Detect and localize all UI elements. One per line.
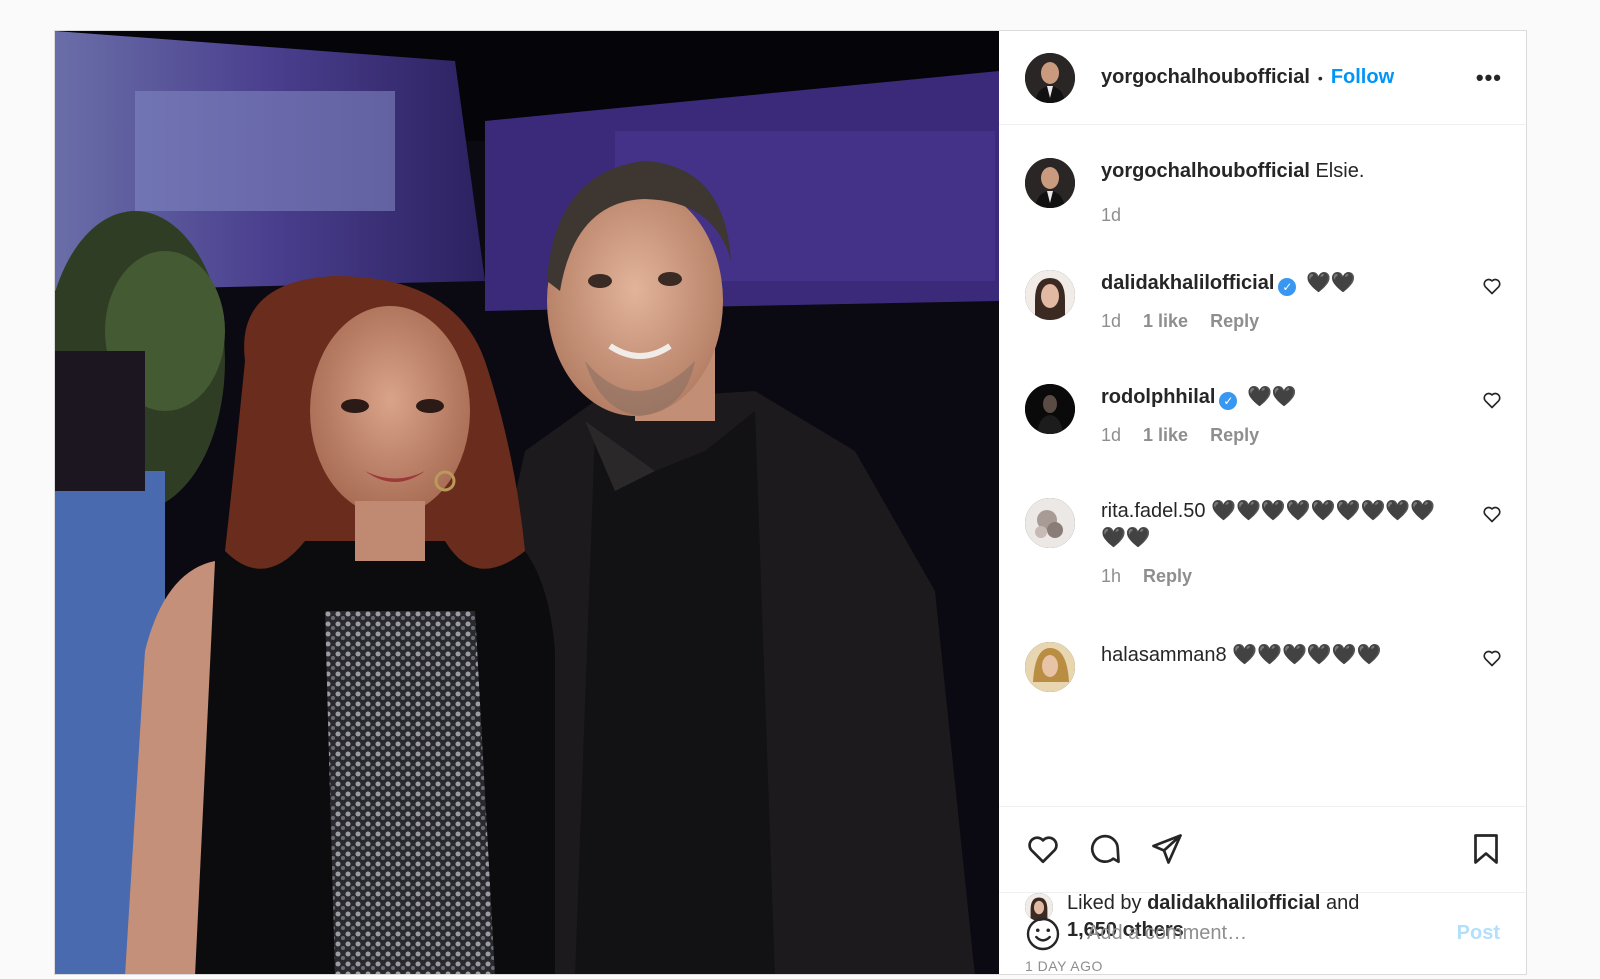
comment-avatar[interactable] xyxy=(1025,270,1075,320)
comment-like-heart-icon[interactable] xyxy=(1482,648,1502,668)
add-comment-bar: Post xyxy=(999,892,1526,974)
caption: yorgochalhoubofficial Elsie. 1d xyxy=(1025,158,1506,226)
comment-avatar-image xyxy=(1025,498,1075,548)
comment-icon[interactable] xyxy=(1087,831,1123,867)
comment-text: 🖤🖤🖤🖤🖤🖤 xyxy=(1232,644,1382,666)
reply-button[interactable]: Reply xyxy=(1143,566,1192,587)
paper-plane-icon[interactable] xyxy=(1149,831,1185,867)
header-separator: • xyxy=(1317,69,1323,86)
comment-username[interactable]: rodolphhilal xyxy=(1101,386,1215,408)
comment-input[interactable] xyxy=(1085,921,1457,946)
comment-likes[interactable]: 1 like xyxy=(1143,425,1188,446)
comment-item: halasamman8 🖤🖤🖤🖤🖤🖤 xyxy=(1025,642,1506,692)
comment-item: rita.fadel.50 🖤🖤🖤🖤🖤🖤🖤🖤🖤🖤🖤 1h Reply xyxy=(1025,498,1506,587)
caption-time[interactable]: 1d xyxy=(1101,205,1121,226)
post-header: yorgochalhoubofficial • Follow ••• xyxy=(999,31,1526,125)
post-photo[interactable] xyxy=(55,31,999,974)
comments-list[interactable]: yorgochalhoubofficial Elsie. 1d dalidakh… xyxy=(999,125,1526,806)
comment-username[interactable]: rita.fadel.50 xyxy=(1101,500,1206,522)
author-avatar[interactable] xyxy=(1025,52,1075,103)
comment-item: dalidakhalilofficial ✓ 🖤🖤 1d 1 like Reply xyxy=(1025,270,1506,332)
caption-avatar-image xyxy=(1025,158,1075,208)
comment-text: 🖤🖤 xyxy=(1247,386,1297,408)
comment-avatar[interactable] xyxy=(1025,384,1075,434)
heart-icon[interactable] xyxy=(1025,831,1061,867)
caption-text: Elsie. xyxy=(1315,160,1365,182)
smiley-icon[interactable] xyxy=(1025,916,1061,952)
post-comment-button[interactable]: Post xyxy=(1457,922,1500,945)
comment-username[interactable]: dalidakhalilofficial xyxy=(1101,272,1274,294)
verified-badge-icon: ✓ xyxy=(1219,392,1238,410)
comment-avatar-image xyxy=(1025,270,1075,320)
post-side-panel: yorgochalhoubofficial • Follow ••• yorgo… xyxy=(999,31,1526,974)
comment-likes[interactable]: 1 like xyxy=(1143,311,1188,332)
comment-text: 🖤🖤 xyxy=(1305,272,1356,294)
reply-button[interactable]: Reply xyxy=(1210,311,1259,332)
follow-button[interactable]: Follow xyxy=(1331,66,1394,89)
reply-button[interactable]: Reply xyxy=(1210,425,1259,446)
comment-item: rodolphhilal ✓ 🖤🖤 1d 1 like Reply xyxy=(1025,384,1506,446)
comment-username[interactable]: halasamman8 xyxy=(1101,644,1227,666)
comment-time[interactable]: 1d xyxy=(1101,311,1121,332)
comment-time[interactable]: 1d xyxy=(1101,425,1121,446)
author-username[interactable]: yorgochalhoubofficial xyxy=(1101,66,1310,89)
caption-avatar[interactable] xyxy=(1025,158,1075,208)
comment-avatar-image xyxy=(1025,642,1075,692)
comment-like-heart-icon[interactable] xyxy=(1482,504,1502,524)
bookmark-icon[interactable] xyxy=(1468,831,1504,867)
more-options-icon[interactable]: ••• xyxy=(1476,65,1502,91)
comment-like-heart-icon[interactable] xyxy=(1482,276,1502,296)
comment-like-heart-icon[interactable] xyxy=(1482,390,1502,410)
caption-username[interactable]: yorgochalhoubofficial xyxy=(1101,160,1310,182)
post-card: yorgochalhoubofficial • Follow ••• yorgo… xyxy=(54,30,1527,975)
comment-avatar-image xyxy=(1025,384,1075,434)
author-avatar-image xyxy=(1025,52,1075,103)
comment-avatar[interactable] xyxy=(1025,498,1075,548)
verified-badge-icon: ✓ xyxy=(1278,278,1297,296)
comment-avatar[interactable] xyxy=(1025,642,1075,692)
photo-illustration xyxy=(55,31,999,974)
action-bar xyxy=(999,806,1526,890)
comment-time[interactable]: 1h xyxy=(1101,566,1121,587)
